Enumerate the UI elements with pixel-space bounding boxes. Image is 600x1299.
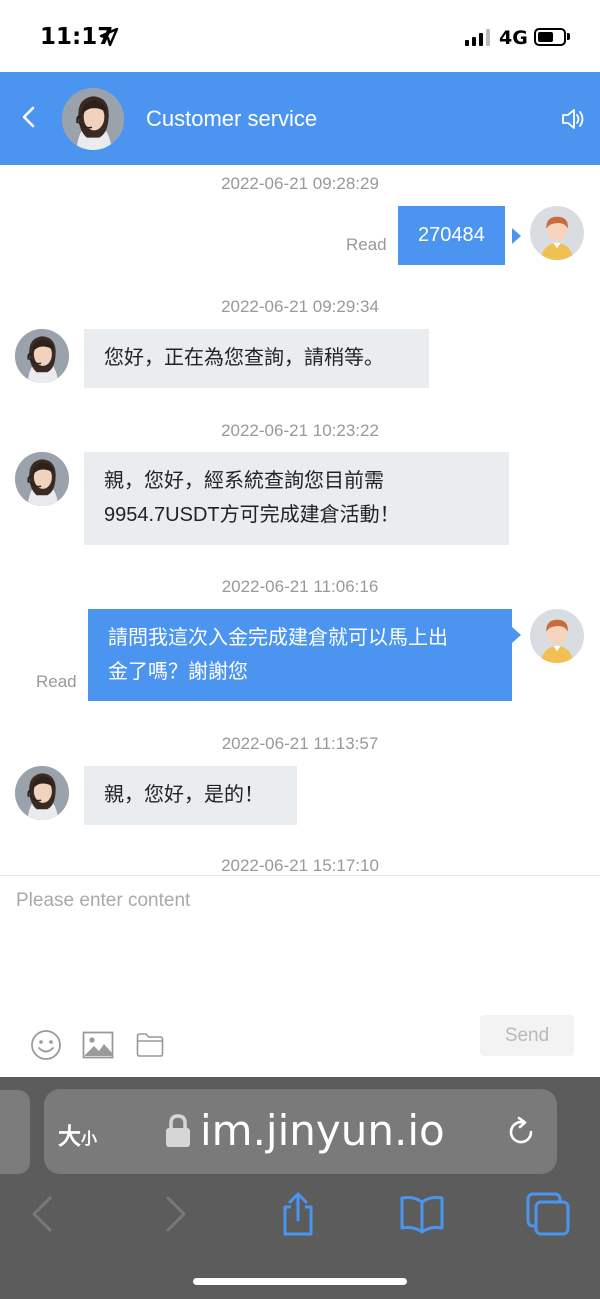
status-bar: 11:17 4G <box>0 0 600 72</box>
agent-avatar <box>15 766 69 820</box>
tabs-icon[interactable] <box>524 1190 572 1238</box>
folder-icon[interactable] <box>136 1032 164 1058</box>
message-text: 親，您好，是的！ <box>104 784 264 806</box>
message-timestamp: 2022-06-21 09:29:34 <box>221 297 379 316</box>
chat-header: Customer service <box>0 72 600 165</box>
network-type: 4G <box>499 27 528 49</box>
message-text: 9954.7USDT方可完成建倉活動！ <box>104 504 400 526</box>
message-bubble-incoming: 您好，正在為您查詢，請稍等。 <box>84 329 429 388</box>
message-input[interactable] <box>0 884 600 1014</box>
text-size-small: 小 <box>81 1129 98 1148</box>
previous-tab-preview[interactable] <box>0 1090 30 1174</box>
composer: Send <box>0 875 600 1077</box>
message-timestamp: 2022-06-21 11:13:57 <box>221 734 379 753</box>
bubble-tail <box>512 627 521 643</box>
image-icon[interactable] <box>82 1031 114 1059</box>
message-text: 270484 <box>418 224 485 246</box>
text-size-button[interactable]: 大小 <box>58 1117 97 1151</box>
user-avatar <box>530 609 584 663</box>
message-bubble-outgoing: 請問我這次入金完成建倉就可以馬上出 金了嗎？謝謝您 <box>88 609 512 701</box>
message-timestamp: 2022-06-21 10:23:22 <box>221 421 379 440</box>
cellular-signal-icon <box>465 28 491 46</box>
agent-avatar <box>62 88 124 150</box>
user-avatar <box>530 206 584 260</box>
message-timestamp: 2022-06-21 15:17:10 <box>221 856 379 875</box>
url-text: im.jinyun.io <box>200 1106 445 1155</box>
message-timestamp: 2022-06-21 09:28:29 <box>221 174 379 193</box>
back-arrow-icon[interactable] <box>14 102 44 132</box>
message-text: 您好，正在為您查詢，請稍等。 <box>104 347 384 369</box>
home-indicator <box>193 1278 407 1285</box>
message-timestamp: 2022-06-21 11:06:16 <box>221 577 379 596</box>
message-bubble-outgoing: 270484 <box>398 206 505 265</box>
message-text: 請問我這次入金完成建倉就可以馬上出 <box>108 627 448 649</box>
read-receipt: Read <box>346 235 387 254</box>
message-text: 親，您好，經系統查詢您目前需 <box>104 470 384 492</box>
message-bubble-incoming: 親，您好，經系統查詢您目前需 9954.7USDT方可完成建倉活動！ <box>84 452 509 545</box>
message-bubble-incoming: 親，您好，是的！ <box>84 766 297 825</box>
browser-back-icon[interactable] <box>20 1190 68 1238</box>
speaker-icon[interactable] <box>560 106 586 132</box>
agent-avatar <box>15 452 69 506</box>
bookmarks-icon[interactable] <box>398 1190 446 1238</box>
battery-tip <box>567 33 570 40</box>
emoji-icon[interactable] <box>30 1029 62 1061</box>
battery-icon <box>534 28 566 46</box>
location-arrow-icon <box>99 27 119 47</box>
browser-forward-icon[interactable] <box>150 1190 198 1238</box>
read-receipt: Read <box>36 672 77 691</box>
bubble-tail <box>512 228 521 244</box>
chat-history[interactable]: 2022-06-21 09:28:29 Read 270484 2022-06-… <box>0 165 600 875</box>
agent-avatar <box>15 329 69 383</box>
text-size-large: 大 <box>58 1124 81 1150</box>
browser-toolbar: 大小 im.jinyun.io <box>0 1077 600 1299</box>
header-title: Customer service <box>146 106 318 131</box>
reload-icon[interactable] <box>504 1115 538 1149</box>
address-bar[interactable]: 大小 im.jinyun.io <box>44 1089 557 1174</box>
lock-icon <box>166 1114 190 1147</box>
send-button[interactable]: Send <box>480 1015 574 1056</box>
message-text: 金了嗎？謝謝您 <box>108 661 248 683</box>
share-icon[interactable] <box>274 1190 322 1238</box>
